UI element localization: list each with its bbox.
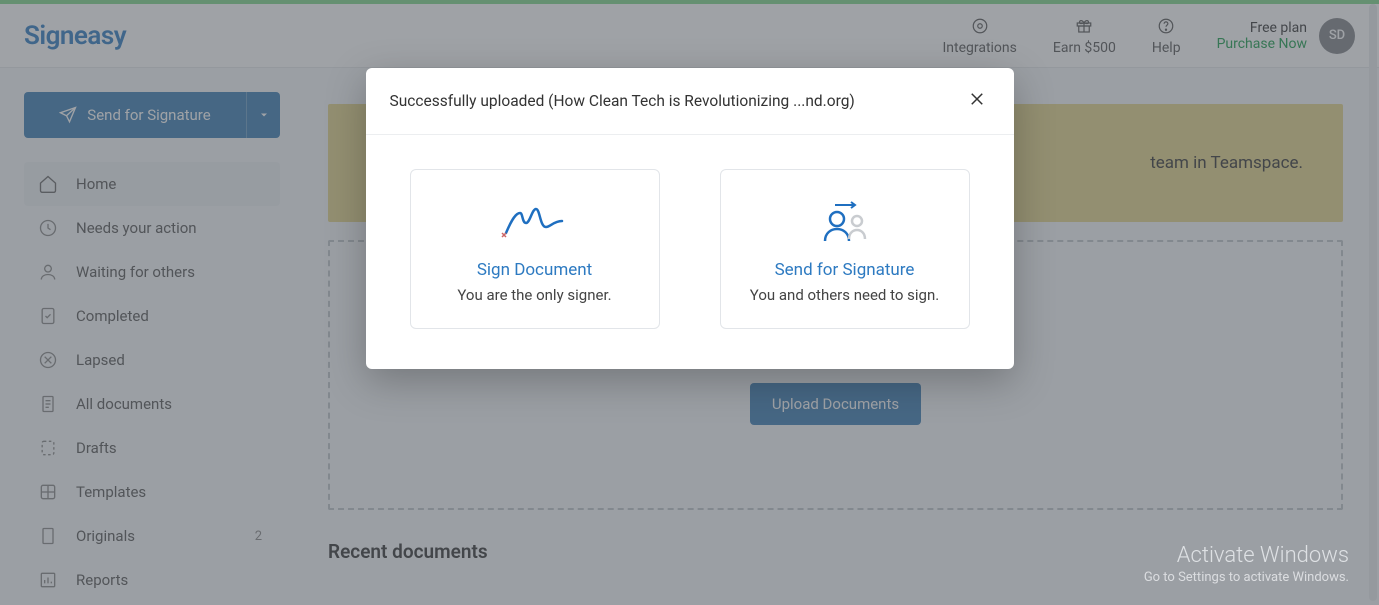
send-signature-icon [815, 200, 875, 246]
sign-document-card[interactable]: Sign Document You are the only signer. [410, 169, 660, 329]
modal-close-button[interactable] [964, 86, 990, 116]
close-icon [968, 90, 986, 108]
send-for-signature-sub: You and others need to sign. [750, 286, 939, 304]
upload-success-modal: Successfully uploaded (How Clean Tech is… [366, 68, 1014, 369]
send-for-signature-title: Send for Signature [775, 260, 915, 280]
modal-title: Successfully uploaded (How Clean Tech is… [390, 92, 964, 110]
send-for-signature-card[interactable]: Send for Signature You and others need t… [720, 169, 970, 329]
signature-icon [500, 200, 570, 246]
sign-document-title: Sign Document [477, 260, 592, 280]
sign-document-sub: You are the only signer. [457, 286, 611, 304]
